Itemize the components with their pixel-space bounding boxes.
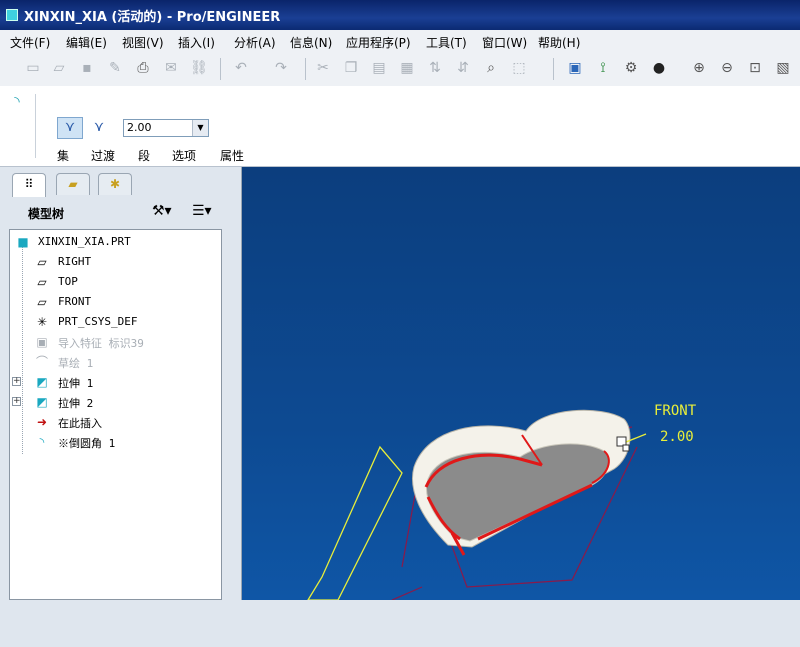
menu-edit[interactable]: 编辑(E) bbox=[66, 34, 107, 51]
folder-browser-tab[interactable]: ▰ bbox=[56, 173, 90, 195]
tree-item-top[interactable]: ▱ TOP bbox=[10, 272, 221, 292]
menu-insert[interactable]: 插入(I) bbox=[178, 34, 215, 51]
appearance-sphere-icon[interactable]: ● bbox=[650, 59, 668, 77]
tree-item-extrude-1[interactable]: + ◩ 拉伸 1 bbox=[10, 372, 221, 392]
regenerate-icon[interactable]: ⇅ bbox=[426, 59, 444, 77]
menu-bar: 文件(F) 编辑(E) 视图(V) 插入(I) 分析(A) 信息(N) 应用程序… bbox=[0, 30, 800, 53]
tree-item-extrude-2[interactable]: + ◩ 拉伸 2 bbox=[10, 392, 221, 412]
round-dashboard: ◝ ⋎ ⋎ 2.00 ▼ 集 过渡 段 选项 属性 bbox=[0, 86, 800, 167]
extrude-icon: ◩ bbox=[36, 375, 48, 389]
part-icon: ■ bbox=[17, 235, 29, 249]
menu-analysis[interactable]: 分析(A) bbox=[234, 34, 276, 51]
tree-item-insert-here[interactable]: ➜ 在此插入 bbox=[10, 412, 221, 432]
round-feature-icon: ◝ bbox=[14, 94, 20, 110]
show-options-icon[interactable]: ☰▾ bbox=[192, 203, 212, 219]
menu-info[interactable]: 信息(N) bbox=[290, 34, 332, 51]
radius-drag-handle[interactable] bbox=[622, 444, 630, 452]
graphics-viewport[interactable]: FRONT 2.00 bbox=[242, 167, 800, 600]
refit-icon[interactable]: ⊡ bbox=[746, 59, 764, 77]
folder-icon: ▰ bbox=[68, 177, 78, 191]
transition-mode-icon[interactable]: ⋎ bbox=[89, 119, 109, 137]
send-mail-icon[interactable]: ✉ bbox=[162, 59, 180, 77]
view-manager-icon[interactable]: ▧ bbox=[774, 59, 792, 77]
repaint-icon[interactable]: ▣ bbox=[566, 59, 584, 77]
save-icon[interactable]: ▪ bbox=[78, 59, 96, 77]
model-tree-title: 模型树 bbox=[28, 207, 65, 221]
front-datum-label: FRONT bbox=[654, 403, 697, 419]
csys-icon: ✳ bbox=[36, 315, 48, 329]
model-tree: ■ XINXIN_XIA.PRT ▱ RIGHT ▱ TOP ▱ FRONT ✳… bbox=[9, 229, 222, 600]
sketch-icon: ⌒ bbox=[35, 355, 48, 369]
tree-item-round-1[interactable]: ◝ ※倒圆角 1 bbox=[10, 432, 221, 452]
expand-icon[interactable]: + bbox=[12, 377, 21, 386]
title-bar: XINXIN_XIA (活动的) - Pro/ENGINEER bbox=[0, 0, 800, 30]
settings-tools-icon[interactable]: ⚒▾ bbox=[152, 203, 172, 219]
datum-plane-icon: ▱ bbox=[37, 275, 47, 289]
new-file-icon[interactable]: ▭ bbox=[24, 59, 42, 77]
datum-plane-icon: ▱ bbox=[37, 255, 47, 269]
orient-mode-icon[interactable]: ⚙ bbox=[622, 59, 640, 77]
zoom-out-icon[interactable]: ⊖ bbox=[718, 59, 736, 77]
save-copy-icon[interactable]: ✎ bbox=[106, 59, 124, 77]
model-tree-tab[interactable]: ⠿ bbox=[12, 173, 46, 197]
paste-special-icon[interactable]: ▦ bbox=[398, 59, 416, 77]
cut-icon[interactable]: ✂ bbox=[314, 59, 332, 77]
window-title: XINXIN_XIA (活动的) - Pro/ENGINEER bbox=[24, 10, 281, 25]
favorites-icon: ✱ bbox=[109, 177, 121, 191]
radius-value: 2.00 bbox=[127, 121, 152, 134]
tree-item-import-feature[interactable]: ▣ 导入特征 标识39 bbox=[10, 332, 221, 352]
tree-item-front[interactable]: ▱ FRONT bbox=[10, 292, 221, 312]
radius-dimension-label[interactable]: 2.00 bbox=[660, 429, 694, 445]
menu-file[interactable]: 文件(F) bbox=[10, 34, 50, 51]
menu-tools[interactable]: 工具(T) bbox=[426, 34, 467, 51]
zoom-in-icon[interactable]: ⊕ bbox=[690, 59, 708, 77]
tree-item-part[interactable]: ■ XINXIN_XIA.PRT bbox=[10, 232, 221, 252]
import-feature-icon: ▣ bbox=[36, 335, 48, 349]
navigator-panel: ⠿ ▰ ✱ 模型树 ⚒▾ ☰▾ ■ XINXIN_XIA.PRT ▱ RIGHT… bbox=[0, 167, 242, 600]
app-icon bbox=[6, 9, 18, 21]
tab-transitions[interactable]: 过渡 bbox=[91, 147, 115, 164]
datum-plane-outline bbox=[307, 445, 403, 600]
send-link-icon[interactable]: ⛓ bbox=[190, 59, 208, 77]
menu-help[interactable]: 帮助(H) bbox=[538, 34, 580, 51]
copy-icon[interactable]: ❐ bbox=[342, 59, 360, 77]
tree-item-right[interactable]: ▱ RIGHT bbox=[10, 252, 221, 272]
expand-icon[interactable]: + bbox=[12, 397, 21, 406]
undo-icon[interactable]: ↶ bbox=[232, 59, 250, 77]
construction-line bbox=[391, 586, 423, 600]
set-mode-icon: ⋎ bbox=[64, 119, 76, 135]
find-icon[interactable]: ⌕ bbox=[482, 59, 500, 77]
radius-combo[interactable]: 2.00 ▼ bbox=[123, 119, 209, 137]
tab-options[interactable]: 选项 bbox=[172, 147, 196, 164]
tree-item-csys[interactable]: ✳ PRT_CSYS_DEF bbox=[10, 312, 221, 332]
main-toolbar: ▭ ▱ ▪ ✎ ⎙ ✉ ⛓ ↶ ↷ ✂ ❐ ▤ ▦ ⇅ ⇵ ⌕ ⬚ ▣ ⟟ ⚙ … bbox=[0, 52, 800, 87]
tree-item-sketch[interactable]: ⌒ 草绘 1 bbox=[10, 352, 221, 372]
extrude-icon: ◩ bbox=[36, 395, 48, 409]
panel-sash[interactable] bbox=[232, 587, 238, 647]
paste-icon[interactable]: ▤ bbox=[370, 59, 388, 77]
tab-pieces[interactable]: 段 bbox=[138, 147, 150, 164]
menu-applications[interactable]: 应用程序(P) bbox=[346, 34, 411, 51]
round-icon: ◝ bbox=[39, 435, 45, 449]
tab-sets[interactable]: 集 bbox=[57, 147, 69, 164]
favorites-tab[interactable]: ✱ bbox=[98, 173, 132, 195]
tab-properties[interactable]: 属性 bbox=[220, 147, 244, 164]
model-tree-tab-icon: ⠿ bbox=[24, 177, 34, 191]
open-file-icon[interactable]: ▱ bbox=[50, 59, 68, 77]
spin-center-icon[interactable]: ⟟ bbox=[594, 59, 612, 77]
datum-plane-icon: ▱ bbox=[37, 295, 47, 309]
print-icon[interactable]: ⎙ bbox=[134, 59, 152, 77]
chevron-down-icon[interactable]: ▼ bbox=[192, 120, 208, 136]
regenerate-manager-icon[interactable]: ⇵ bbox=[454, 59, 472, 77]
redo-icon[interactable]: ↷ bbox=[272, 59, 290, 77]
insert-here-arrow-icon: ➜ bbox=[36, 415, 48, 429]
select-box-icon[interactable]: ⬚ bbox=[510, 59, 528, 77]
model-view: FRONT 2.00 bbox=[307, 403, 697, 600]
menu-window[interactable]: 窗口(W) bbox=[482, 34, 527, 51]
menu-view[interactable]: 视图(V) bbox=[122, 34, 164, 51]
